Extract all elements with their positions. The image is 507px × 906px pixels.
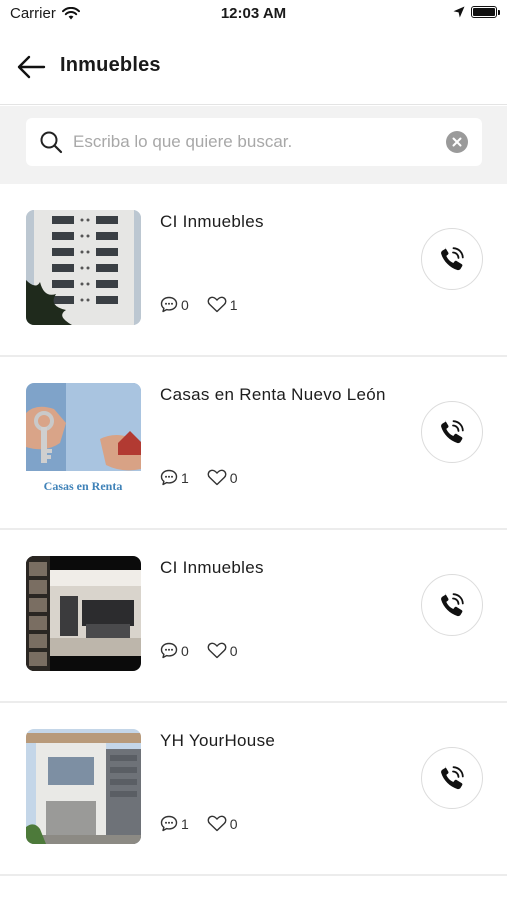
heart-icon <box>207 815 227 832</box>
page-title: Inmuebles <box>60 54 161 76</box>
comments-value: 0 <box>181 642 189 659</box>
listing-title[interactable]: CI Inmuebles <box>160 558 264 578</box>
listing-list: CI Inmuebles 0 1 Casas en Renta Casas en… <box>0 184 507 906</box>
search-icon <box>39 130 63 154</box>
comments-count[interactable]: 1 <box>160 815 189 832</box>
phone-ringing-icon <box>441 593 464 617</box>
navigation-bar: Inmuebles <box>0 30 507 105</box>
comments-value: 0 <box>181 296 189 313</box>
listing-stats: 1 0 <box>160 815 256 832</box>
comments-count[interactable]: 1 <box>160 469 189 486</box>
comments-count[interactable]: 0 <box>160 642 189 659</box>
location-arrow-icon <box>453 6 465 18</box>
keys-image: Casas en Renta <box>26 383 141 498</box>
search-bar-area <box>0 106 507 184</box>
status-right <box>453 6 500 18</box>
comment-icon <box>160 296 178 313</box>
comments-count[interactable]: 0 <box>160 296 189 313</box>
call-button[interactable] <box>421 228 483 290</box>
back-button[interactable] <box>14 52 48 82</box>
call-button[interactable] <box>421 574 483 636</box>
thumbnail-caption: Casas en Renta <box>44 479 123 493</box>
list-item[interactable]: Casas en Renta Casas en Renta Nuevo León… <box>0 357 507 530</box>
listing-stats: 0 0 <box>160 642 256 659</box>
phone-ringing-icon <box>441 766 464 790</box>
list-item[interactable]: CI Inmuebles 0 1 <box>0 184 507 357</box>
likes-count[interactable]: 0 <box>207 642 238 659</box>
heart-icon <box>207 642 227 659</box>
listing-thumbnail[interactable]: Casas en Renta <box>26 383 141 498</box>
interior-image <box>26 556 141 671</box>
battery-icon <box>471 6 500 18</box>
comment-icon <box>160 815 178 832</box>
status-time: 12:03 AM <box>220 5 287 22</box>
likes-value: 0 <box>229 815 238 832</box>
likes-value: 0 <box>229 469 238 486</box>
arrow-left-icon <box>17 55 46 79</box>
listing-thumbnail[interactable] <box>26 210 141 325</box>
building-image <box>26 210 141 325</box>
likes-value: 1 <box>229 296 238 313</box>
likes-count[interactable]: 1 <box>207 296 238 313</box>
heart-icon <box>207 296 227 313</box>
list-item[interactable]: CI Inmuebles 0 0 <box>0 530 507 703</box>
call-button[interactable] <box>421 747 483 809</box>
comments-value: 1 <box>181 469 189 486</box>
comment-icon <box>160 469 178 486</box>
phone-ringing-icon <box>441 420 464 444</box>
list-item[interactable]: YH YourHouse 1 0 <box>0 703 507 876</box>
search-input[interactable] <box>73 118 446 166</box>
house-image <box>26 729 141 844</box>
comment-icon <box>160 642 178 659</box>
clear-search-button[interactable] <box>446 131 468 153</box>
likes-count[interactable]: 0 <box>207 815 238 832</box>
listing-thumbnail[interactable] <box>26 729 141 844</box>
likes-count[interactable]: 0 <box>207 469 238 486</box>
listing-stats: 0 1 <box>160 296 256 313</box>
phone-ringing-icon <box>441 247 464 271</box>
likes-value: 0 <box>229 642 238 659</box>
call-button[interactable] <box>421 401 483 463</box>
listing-stats: 1 0 <box>160 469 256 486</box>
status-bar: Carrier 12:03 AM <box>0 0 507 30</box>
heart-icon <box>207 469 227 486</box>
list-item[interactable] <box>0 876 507 906</box>
listing-thumbnail[interactable] <box>26 556 141 671</box>
comments-value: 1 <box>181 815 189 832</box>
listing-title[interactable]: Casas en Renta Nuevo León <box>160 385 386 405</box>
search-box <box>26 118 482 166</box>
listing-title[interactable]: YH YourHouse <box>160 731 275 751</box>
close-icon <box>452 137 462 147</box>
listing-title[interactable]: CI Inmuebles <box>160 212 264 232</box>
